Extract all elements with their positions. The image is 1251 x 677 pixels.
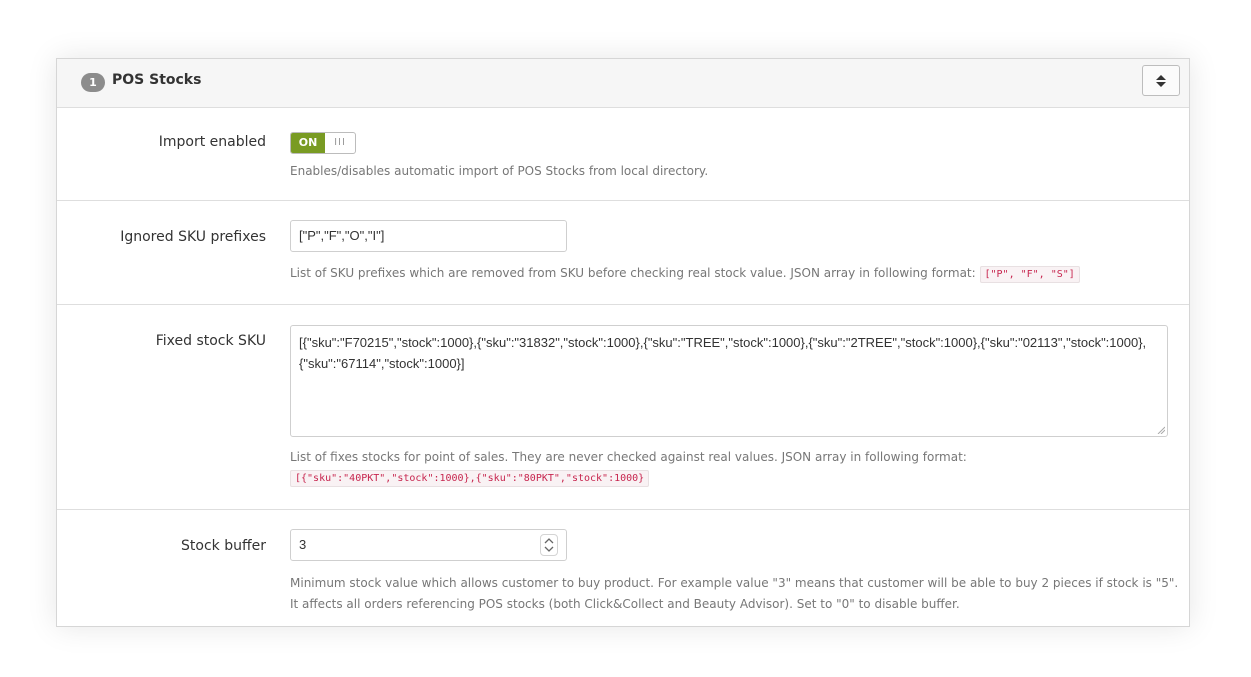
panel-title: POS Stocks [112,72,202,88]
switch-off-label: III [334,137,346,148]
import-enabled-label: Import enabled [158,134,266,150]
stock-buffer-value: 3 [299,537,307,552]
stock-buffer-input[interactable]: 3 [290,529,567,561]
stock-buffer-spinner[interactable] [540,534,558,556]
fixed-stock-label: Fixed stock SKU [155,333,266,349]
panel-header: 1 POS Stocks [57,59,1189,108]
ignored-sku-row: Ignored SKU prefixes ["P","F","O","I"] L… [57,201,1189,305]
sort-arrows-icon [1156,74,1166,87]
stock-buffer-help-line1: Minimum stock value which allows custome… [290,576,1179,590]
import-enabled-help: Enables/disables automatic import of POS… [290,164,709,178]
ignored-sku-help-text: List of SKU prefixes which are removed f… [290,266,976,280]
switch-on-label: ON [291,133,325,153]
fixed-stock-row: Fixed stock SKU [{"sku":"F70215","stock"… [57,305,1189,510]
stock-buffer-help-line2: It affects all orders referencing POS st… [290,597,960,611]
resize-handle-icon[interactable] [1157,426,1165,434]
collapse-toggle-button[interactable] [1142,65,1180,96]
ignored-sku-help: List of SKU prefixes which are removed f… [290,266,1080,283]
fixed-stock-help: List of fixes stocks for point of sales.… [290,450,967,464]
import-enabled-switch[interactable]: ON III [290,132,356,154]
stock-buffer-row: Stock buffer 3 Minimum stock value which… [57,510,1189,630]
ignored-sku-label: Ignored SKU prefixes [120,229,266,245]
fixed-stock-textarea[interactable]: [{"sku":"F70215","stock":1000},{"sku":"3… [290,325,1168,437]
fixed-stock-format-example: [{"sku":"40PKT","stock":1000},{"sku":"80… [290,470,650,487]
ignored-sku-input[interactable]: ["P","F","O","I"] [290,220,567,252]
section-number-badge: 1 [81,73,105,92]
fixed-stock-value: [{"sku":"F70215","stock":1000},{"sku":"3… [299,335,1147,371]
fixed-stock-help-code-wrap: [{"sku":"40PKT","stock":1000},{"sku":"80… [290,470,650,487]
ignored-sku-format-example: ["P", "F", "S"] [979,266,1080,283]
stock-buffer-label: Stock buffer [181,538,266,554]
chevron-updown-icon [544,538,554,552]
pos-stocks-panel: 1 POS Stocks Import enabled ON III Enabl… [56,58,1190,627]
import-enabled-row: Import enabled ON III Enables/disables a… [57,108,1189,201]
